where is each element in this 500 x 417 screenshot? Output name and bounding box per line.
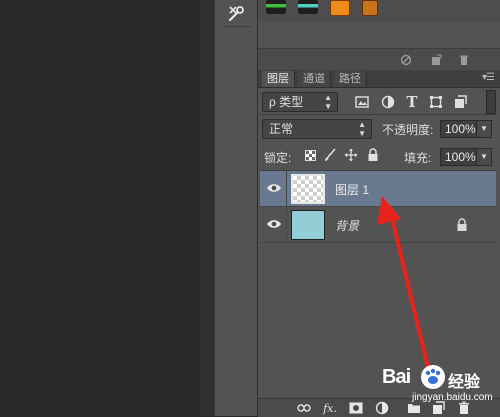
fill-label: 填充: bbox=[404, 151, 432, 165]
lock-all-icon[interactable] bbox=[366, 148, 380, 162]
top-icon-strip bbox=[258, 0, 500, 22]
panel-menu-icon[interactable]: ▾☰ bbox=[482, 72, 495, 83]
chevron-down-icon[interactable]: ▼ bbox=[476, 149, 491, 165]
blend-mode-value: 正常 bbox=[269, 122, 294, 136]
fill-input[interactable]: 100% ▼ bbox=[440, 148, 492, 166]
blend-mode-select[interactable]: 正常 ▲ ▼ bbox=[262, 119, 372, 139]
layer-style-swatch-orange[interactable] bbox=[330, 0, 350, 16]
layer-style-swatch-amber[interactable] bbox=[362, 0, 378, 16]
select-arrows-icon: ▲ ▼ bbox=[358, 120, 366, 138]
watermark-url: jingyan.baidu.com bbox=[412, 392, 493, 403]
opacity-value: 100% bbox=[445, 122, 476, 136]
tools-preset-button[interactable] bbox=[223, 0, 251, 27]
tab-layers[interactable]: 图层 bbox=[262, 71, 295, 87]
layer-row-background[interactable]: 背景 bbox=[260, 207, 496, 243]
link-icon[interactable] bbox=[296, 401, 312, 415]
image-icon[interactable] bbox=[354, 94, 370, 110]
panel-dock-column bbox=[214, 0, 258, 416]
new-style-icon[interactable] bbox=[428, 52, 444, 68]
layer-name[interactable]: 背景 bbox=[335, 217, 359, 234]
chevron-down-icon[interactable]: ▼ bbox=[476, 121, 491, 137]
paw-logo-icon bbox=[421, 365, 445, 389]
clear-style-icon[interactable] bbox=[398, 52, 414, 68]
row-divider bbox=[286, 207, 287, 243]
layer-style-swatch-teal[interactable] bbox=[298, 0, 318, 14]
lock-position-icon[interactable] bbox=[344, 148, 358, 162]
select-arrows-icon: ▲ ▼ bbox=[324, 93, 332, 111]
layer-style-swatch-green[interactable] bbox=[266, 0, 286, 14]
delete-style-icon[interactable] bbox=[456, 52, 472, 68]
lock-label: 锁定: bbox=[264, 151, 292, 165]
smart-object-icon[interactable] bbox=[452, 94, 468, 110]
opacity-input[interactable]: 100% ▼ bbox=[440, 120, 492, 138]
watermark-brand: Bai bbox=[382, 366, 411, 388]
fx-icon[interactable]: fx. bbox=[322, 401, 338, 415]
tab-channels[interactable]: 通道 bbox=[298, 71, 331, 87]
layer-locked-icon bbox=[457, 218, 467, 231]
filter-kind-label: ρ 类型 bbox=[269, 95, 304, 109]
tab-paths[interactable]: 路径 bbox=[334, 71, 367, 87]
document-canvas[interactable] bbox=[0, 0, 200, 416]
lock-transparent-pixels-icon[interactable] bbox=[303, 148, 317, 162]
filter-toggle-switch[interactable] bbox=[486, 90, 496, 114]
divider bbox=[260, 114, 496, 115]
visibility-eye-icon[interactable] bbox=[266, 218, 282, 230]
styles-panel-toolbar bbox=[258, 48, 500, 72]
layer-name[interactable]: 图层 1 bbox=[335, 181, 369, 198]
layer-thumbnail-transparent bbox=[291, 174, 325, 204]
opacity-label: 不透明度: bbox=[382, 123, 434, 137]
baidu-jingyan-watermark: Bai 经验 jingyan.baidu.com bbox=[382, 358, 498, 414]
layer-row-layer-1[interactable]: 图层 1 bbox=[260, 171, 496, 207]
layers-panel: 图层 通道 路径 ▾☰ ρ 类型 ▲ ▼ T 正常 ▲ ▼ 不透明度: 100% ▼… bbox=[258, 0, 500, 417]
fill-value: 100% bbox=[445, 150, 476, 164]
row-divider bbox=[286, 171, 287, 207]
lock-image-pixels-icon[interactable] bbox=[323, 148, 337, 162]
watermark-brand-tail: 经验 bbox=[448, 374, 481, 391]
type-icon[interactable]: T bbox=[404, 93, 420, 111]
visibility-eye-icon[interactable] bbox=[266, 182, 282, 194]
mask-icon[interactable] bbox=[348, 401, 364, 415]
layers-tab-bar: 图层 通道 路径 ▾☰ bbox=[258, 70, 500, 88]
layer-thumbnail-background bbox=[291, 210, 325, 240]
canvas-scroll-edge bbox=[200, 0, 214, 416]
adjustment-icon[interactable] bbox=[380, 94, 396, 110]
shape-icon[interactable] bbox=[428, 94, 444, 110]
wrench-scissors-icon bbox=[228, 6, 244, 22]
layer-filter-kind-select[interactable]: ρ 类型 ▲ ▼ bbox=[262, 92, 338, 112]
